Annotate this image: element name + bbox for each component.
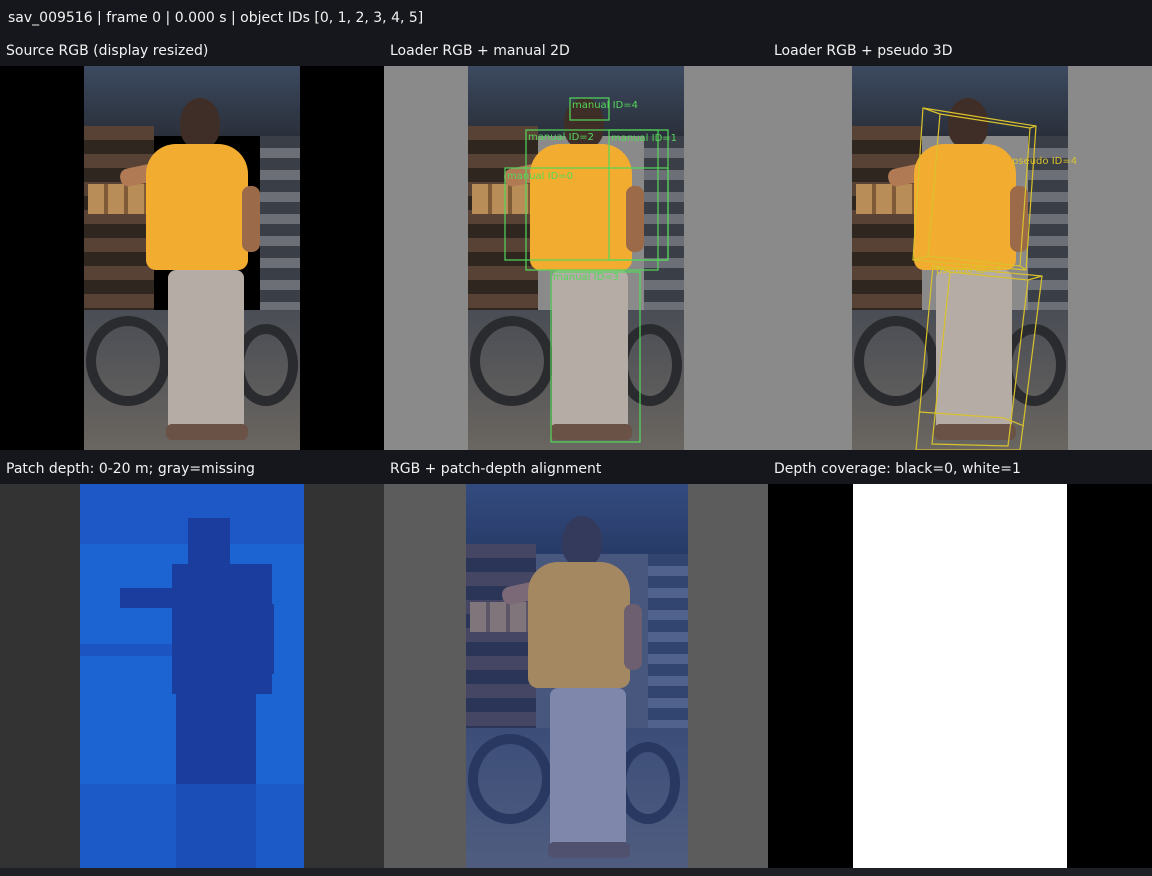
panel-title-patch-depth: Patch depth: 0-20 m; gray=missing — [0, 454, 384, 484]
manual-box-3 — [550, 271, 641, 443]
pseudo-box-3-front — [915, 265, 1043, 450]
pseudo-label-3: pseudo ID=3 — [936, 265, 1001, 276]
pseudo-box-3-back — [931, 271, 1029, 447]
panel-patch-depth: Patch depth: 0-20 m; gray=missing — [0, 454, 384, 872]
panel-pseudo-3d: Loader RGB + pseudo 3D pseudo ID=4 pseud… — [768, 36, 1152, 454]
panel-title-manual-2d: Loader RGB + manual 2D — [384, 36, 768, 66]
pseudo-box-4-back — [927, 113, 1031, 267]
frame-info-header: sav_009516 | frame 0 | 0.000 s | object … — [0, 0, 1152, 36]
source-rgb-view — [0, 66, 384, 450]
alignment-view — [384, 484, 768, 868]
patch-depth-map — [80, 484, 304, 868]
manual-label-1: manual ID=1 — [611, 133, 677, 144]
coverage-view — [768, 484, 1152, 868]
manual-2d-view: manual ID=4 manual ID=2 manual ID=1 manu… — [384, 66, 768, 450]
panel-alignment: RGB + patch-depth alignment — [384, 454, 768, 872]
coverage-mask — [853, 484, 1067, 868]
pseudo-label-4: pseudo ID=4 — [1012, 156, 1077, 167]
manual-label-0: manual ID=0 — [507, 171, 573, 182]
manual-label-4: manual ID=4 — [572, 100, 638, 111]
pseudo-3d-boxes: pseudo ID=4 pseudo ID=3 — [912, 107, 1077, 450]
panel-depth-coverage: Depth coverage: black=0, white=1 — [768, 454, 1152, 872]
pseudo-3d-view: pseudo ID=4 pseudo ID=3 — [768, 66, 1152, 450]
patch-depth-view — [0, 484, 384, 868]
panel-title-pseudo-3d: Loader RGB + pseudo 3D — [768, 36, 1152, 66]
manual-label-3: manual ID=3 — [553, 272, 619, 283]
manual-label-2: manual ID=2 — [528, 132, 594, 143]
panel-source-rgb: Source RGB (display resized) — [0, 36, 384, 454]
panel-title-coverage: Depth coverage: black=0, white=1 — [768, 454, 1152, 484]
manual-2d-boxes: manual ID=4 manual ID=2 manual ID=1 manu… — [504, 97, 677, 443]
panel-title-source: Source RGB (display resized) — [0, 36, 384, 66]
panel-manual-2d: Loader RGB + manual 2D manual ID=4 manua… — [384, 36, 768, 454]
pseudo-box-4-front — [912, 107, 1037, 271]
bottom-strip — [0, 868, 1152, 876]
panel-title-alignment: RGB + patch-depth alignment — [384, 454, 768, 484]
manual-box-1 — [608, 129, 669, 261]
manual-box-2 — [525, 129, 659, 271]
alignment-overlay-image — [466, 484, 688, 868]
source-photo — [84, 66, 300, 450]
